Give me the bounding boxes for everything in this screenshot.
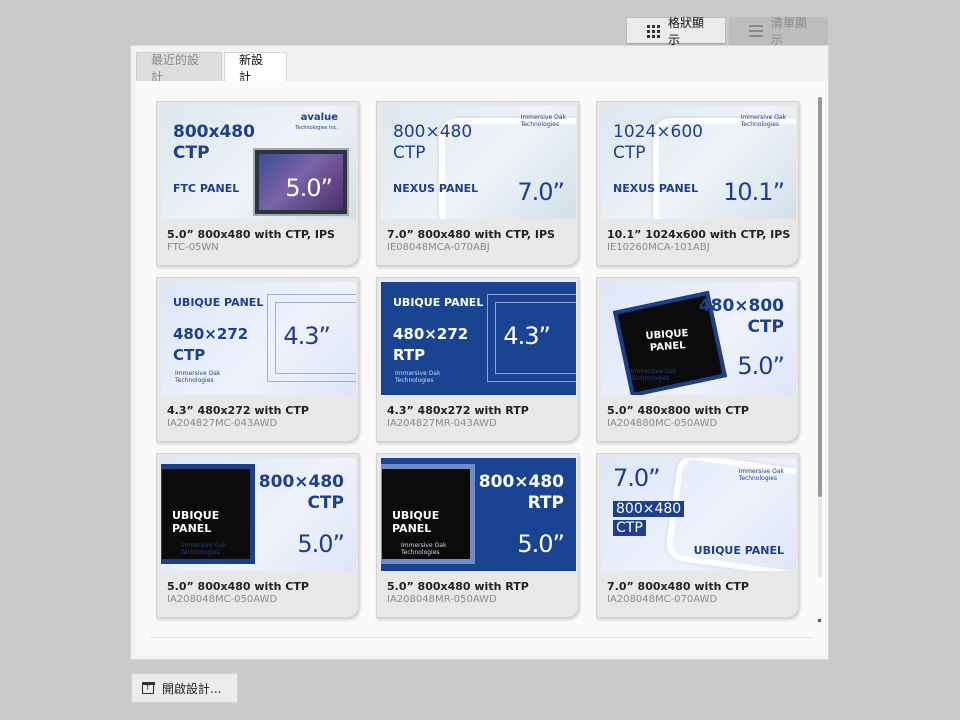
- grid-view-button[interactable]: 格狀顯示: [626, 16, 726, 47]
- card-title: 5.0” 800x480 with RTP: [387, 580, 529, 593]
- template-card[interactable]: 800x480 CTP avalue Technologies Inc. FTC…: [156, 101, 359, 266]
- thumb-brand: UBIQUE PANEL: [173, 296, 264, 309]
- open-file-icon: [141, 682, 155, 694]
- tab-recent-designs[interactable]: 最近的設計: [136, 52, 222, 84]
- card-code: FTC-05WN: [167, 242, 219, 253]
- card-code: IA208048MC-070AWD: [607, 594, 718, 605]
- thumb-brand: FTC PANEL: [173, 182, 240, 195]
- list-view-label: 清單顯示: [771, 16, 808, 47]
- view-toggle: 格狀顯示 清單顯示: [626, 16, 828, 47]
- list-view-button[interactable]: 清單顯示: [729, 16, 828, 47]
- thumb-size: 10.1”: [723, 178, 785, 206]
- list-icon: [749, 25, 763, 37]
- thumb-size: 5.0”: [297, 530, 345, 558]
- thumb-size: 4.3”: [283, 322, 331, 350]
- card-title: 5.0” 800x480 with CTP, IPS: [167, 228, 335, 241]
- thumb-size: 4.3”: [503, 322, 551, 350]
- immersive-oak-logo: Immersive Oak Technologies: [520, 114, 566, 128]
- thumb-touch-type: CTP: [613, 520, 646, 536]
- template-card[interactable]: UBIQUE PANEL 800×480 RTP Immersive Oak T…: [376, 453, 579, 618]
- avalue-logo: avalue: [300, 112, 338, 123]
- scrollbar-thumb[interactable]: [818, 97, 822, 497]
- scroll-down-arrow-icon[interactable]: [818, 619, 821, 622]
- thumb-size: 5.0”: [737, 352, 785, 380]
- immersive-oak-logo: Immersive Oak Technologies: [740, 114, 786, 128]
- thumb-brand: UBIQUE PANEL: [693, 544, 784, 557]
- template-thumbnail: 7.0” 800×480 CTP Immersive Oak Technolog…: [601, 458, 796, 571]
- card-code: IA208048MR-050AWD: [387, 594, 497, 605]
- template-card[interactable]: UBIQUE PANEL 480×272 CTP Immersive Oak T…: [156, 277, 359, 442]
- template-thumbnail: UBIQUE PANEL 480×272 RTP Immersive Oak T…: [381, 282, 576, 395]
- template-thumbnail: UBIQUE PANEL 800×480 CTP Immersive Oak T…: [161, 458, 356, 571]
- card-title: 10.1” 1024x600 with CTP, IPS: [607, 228, 791, 241]
- card-code: IE08048MCA-070ABJ: [387, 242, 490, 253]
- thumb-resolution-value: 800×480: [613, 501, 685, 517]
- card-title: 5.0” 480x800 with CTP: [607, 404, 749, 417]
- design-panel: 最近的設計 新設計 800x480 CTP avalue Technologie…: [130, 45, 829, 660]
- template-card[interactable]: 7.0” 800×480 CTP Immersive Oak Technolog…: [596, 453, 799, 618]
- immersive-oak-logo: Immersive Oak Technologies: [181, 542, 227, 556]
- thumb-resolution: 800×480 CTP: [613, 498, 685, 536]
- template-thumbnail: UBIQUE PANEL 800×480 RTP Immersive Oak T…: [381, 458, 576, 571]
- thumb-resolution: 800×480 CTP: [258, 472, 344, 513]
- immersive-oak-logo: Immersive Oak Technologies: [395, 370, 441, 384]
- card-title: 4.3” 480x272 with CTP: [167, 404, 309, 417]
- immersive-oak-logo: Immersive Oak Technologies: [738, 468, 784, 482]
- card-code: IA204827MC-043AWD: [167, 418, 278, 429]
- thumb-size: 5.0”: [285, 174, 333, 202]
- thumb-brand: UBIQUE PANEL: [393, 296, 484, 309]
- template-thumbnail: 800×480 CTP Immersive Oak Technologies N…: [381, 106, 576, 219]
- thumb-brand: NEXUS PANEL: [613, 182, 699, 195]
- template-card[interactable]: UBIQUE PANEL 480×272 RTP Immersive Oak T…: [376, 277, 579, 442]
- thumb-size: 7.0”: [613, 464, 661, 492]
- card-title: 4.3” 480x272 with RTP: [387, 404, 529, 417]
- card-code: IA208048MC-050AWD: [167, 594, 278, 605]
- thumb-size: 7.0”: [517, 178, 565, 206]
- template-thumbnail: 1024×600 CTP Immersive Oak Technologies …: [601, 106, 796, 219]
- grid-icon: [647, 24, 660, 38]
- thumb-size: 5.0”: [517, 530, 565, 558]
- thumb-resolution: 800×480 RTP: [478, 472, 564, 513]
- template-thumbnail: 800x480 CTP avalue Technologies Inc. FTC…: [161, 106, 356, 219]
- template-grid: 800x480 CTP avalue Technologies Inc. FTC…: [136, 81, 825, 656]
- logo-subtitle: Technologies Inc.: [295, 125, 338, 131]
- tab-new-design[interactable]: 新設計: [224, 52, 287, 84]
- thumb-resolution: 480×800 CTP: [698, 296, 784, 337]
- card-title: 7.0” 800x480 with CTP, IPS: [387, 228, 555, 241]
- immersive-oak-logo: Immersive Oak Technologies: [175, 370, 221, 384]
- thumb-resolution: 1024×600 CTP: [613, 122, 703, 163]
- card-title: 5.0” 800x480 with CTP: [167, 580, 309, 593]
- thumb-resolution: 800×480 CTP: [393, 122, 473, 163]
- immersive-oak-logo: Immersive Oak Technologies: [631, 368, 677, 382]
- grid-view-label: 格狀顯示: [668, 16, 705, 47]
- card-code: IE10260MCA-101ABJ: [607, 242, 710, 253]
- template-card[interactable]: 800×480 CTP Immersive Oak Technologies N…: [376, 101, 579, 266]
- thumb-brand: NEXUS PANEL: [393, 182, 479, 195]
- tab-bar: 最近的設計 新設計: [136, 52, 287, 84]
- template-thumbnail: UBIQUE PANEL 480×272 CTP Immersive Oak T…: [161, 282, 356, 395]
- card-code: IA204827MR-043AWD: [387, 418, 497, 429]
- open-design-label: 開啟設計...: [162, 681, 222, 696]
- divider: [150, 637, 813, 638]
- template-card[interactable]: 1024×600 CTP Immersive Oak Technologies …: [596, 101, 799, 266]
- immersive-oak-logo: Immersive Oak Technologies: [401, 542, 447, 556]
- open-design-button[interactable]: 開啟設計...: [131, 673, 238, 703]
- card-title: 7.0” 800x480 with CTP: [607, 580, 749, 593]
- template-card[interactable]: UBIQUE PANEL 800×480 CTP Immersive Oak T…: [156, 453, 359, 618]
- template-thumbnail: UBIQUE PANEL 480×800 CTP Immersive Oak T…: [601, 282, 796, 395]
- vertical-scrollbar[interactable]: [818, 97, 822, 577]
- card-code: IA204880MC-050AWD: [607, 418, 718, 429]
- template-card[interactable]: UBIQUE PANEL 480×800 CTP Immersive Oak T…: [596, 277, 799, 442]
